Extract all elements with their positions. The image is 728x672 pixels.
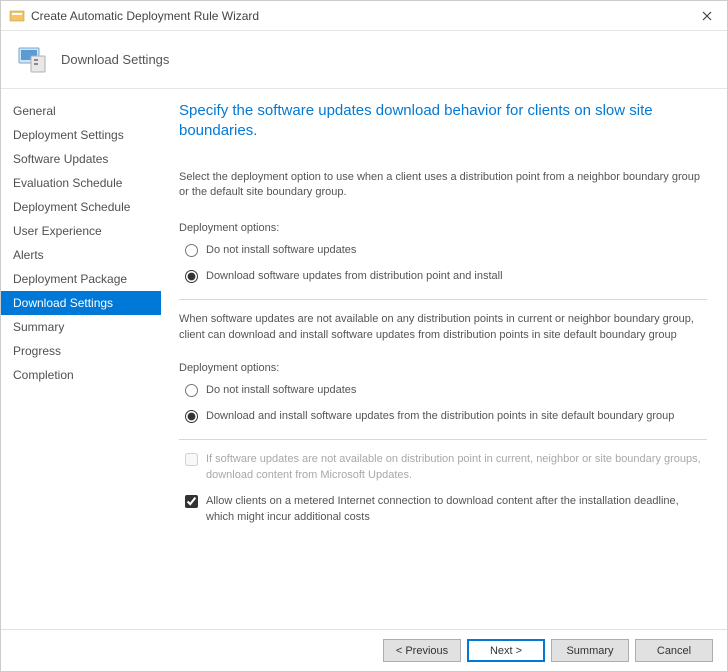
cancel-button[interactable]: Cancel xyxy=(635,639,713,662)
wizard-sidebar: General Deployment Settings Software Upd… xyxy=(1,89,161,629)
app-icon xyxy=(9,8,25,24)
wizard-header: Download Settings xyxy=(1,31,727,89)
radio-input[interactable] xyxy=(185,244,198,257)
radio-download-and-install-2[interactable]: Download and install software updates fr… xyxy=(179,409,707,425)
radio-label: Download and install software updates fr… xyxy=(206,409,674,425)
group2-label: Deployment options: xyxy=(179,362,707,374)
sidebar-item-deployment-schedule[interactable]: Deployment Schedule xyxy=(1,195,161,219)
content-panel: Specify the software updates download be… xyxy=(161,89,727,629)
next-button[interactable]: Next > xyxy=(467,639,545,662)
radio-label: Do not install software updates xyxy=(206,243,356,259)
checkbox-input xyxy=(185,453,198,466)
divider xyxy=(179,439,707,440)
radio-label: Download software updates from distribut… xyxy=(206,269,503,285)
sidebar-item-alerts[interactable]: Alerts xyxy=(1,243,161,267)
window-title: Create Automatic Deployment Rule Wizard xyxy=(31,9,695,23)
checkbox-microsoft-updates: If software updates are not available on… xyxy=(179,452,707,484)
sidebar-item-summary[interactable]: Summary xyxy=(1,315,161,339)
sidebar-item-download-settings[interactable]: Download Settings xyxy=(1,291,161,315)
checkbox-input[interactable] xyxy=(185,495,198,508)
previous-button[interactable]: < Previous xyxy=(383,639,461,662)
computer-icon xyxy=(15,42,51,78)
sidebar-item-user-experience[interactable]: User Experience xyxy=(1,219,161,243)
wizard-footer: < Previous Next > Summary Cancel xyxy=(1,629,727,671)
radio-do-not-install-1[interactable]: Do not install software updates xyxy=(179,243,707,259)
radio-input[interactable] xyxy=(185,384,198,397)
radio-do-not-install-2[interactable]: Do not install software updates xyxy=(179,383,707,399)
checkbox-label: If software updates are not available on… xyxy=(206,452,707,484)
page-title: Download Settings xyxy=(61,52,169,67)
content-heading: Specify the software updates download be… xyxy=(179,101,707,142)
radio-label: Do not install software updates xyxy=(206,383,356,399)
titlebar: Create Automatic Deployment Rule Wizard xyxy=(1,1,727,31)
sidebar-item-software-updates[interactable]: Software Updates xyxy=(1,147,161,171)
close-icon[interactable] xyxy=(695,4,719,28)
summary-button[interactable]: Summary xyxy=(551,639,629,662)
sidebar-item-progress[interactable]: Progress xyxy=(1,339,161,363)
sidebar-item-deployment-settings[interactable]: Deployment Settings xyxy=(1,123,161,147)
sidebar-item-deployment-package[interactable]: Deployment Package xyxy=(1,267,161,291)
sidebar-item-evaluation-schedule[interactable]: Evaluation Schedule xyxy=(1,171,161,195)
checkbox-metered-connection[interactable]: Allow clients on a metered Internet conn… xyxy=(179,494,707,526)
sidebar-item-general[interactable]: General xyxy=(1,99,161,123)
radio-input[interactable] xyxy=(185,410,198,423)
instruction-text: Select the deployment option to use when… xyxy=(179,170,707,201)
checkbox-label: Allow clients on a metered Internet conn… xyxy=(206,494,707,526)
divider xyxy=(179,299,707,300)
section2-description: When software updates are not available … xyxy=(179,312,707,344)
radio-download-and-install-1[interactable]: Download software updates from distribut… xyxy=(179,269,707,285)
radio-input[interactable] xyxy=(185,270,198,283)
sidebar-item-completion[interactable]: Completion xyxy=(1,363,161,387)
group1-label: Deployment options: xyxy=(179,222,707,234)
